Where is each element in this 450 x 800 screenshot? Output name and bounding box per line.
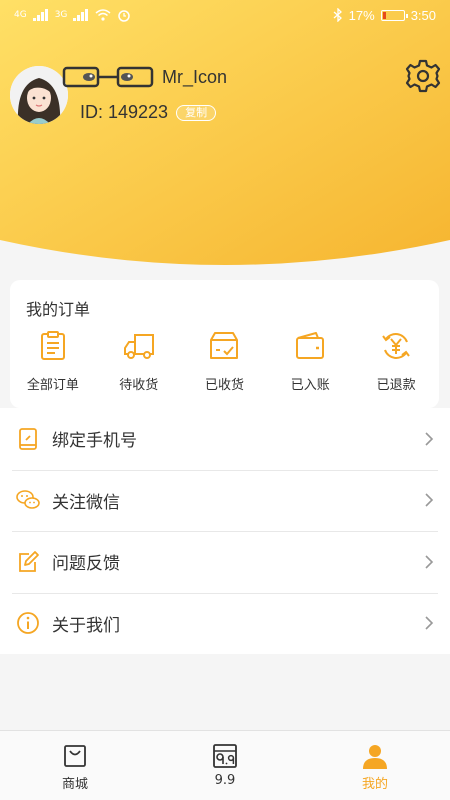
status-bar-left: 4G 3G [14,8,131,22]
chevron-right-icon [425,432,434,446]
order-refunded[interactable]: 已退款 [353,330,439,393]
menu-label-feedback: 问题反馈 [52,554,120,575]
header-background [0,0,450,265]
avatar[interactable] [10,66,68,124]
chevron-right-icon [425,616,434,630]
shopping-bag-icon [64,745,86,767]
menu-label-about-us: 关于我们 [52,615,120,636]
clock-time: 3:50 [410,7,436,23]
avatar-illustration [10,66,68,124]
username-row: Mr_Icon [62,66,227,88]
alarm-icon [118,10,131,22]
signal-icon [73,9,89,21]
user-id: ID: 149223 [80,102,169,122]
nav-label-mall: 商城 [61,777,88,792]
nav-label-mine: 我的 [361,777,388,792]
person-icon [363,745,387,769]
order-all[interactable]: 全部订单 [10,330,96,393]
gear-icon[interactable] [405,58,441,94]
orders-title: 我的订单 [26,300,91,319]
bottom-nav: 商城 9.9 我的 [0,730,450,800]
chevron-right-icon [425,493,434,507]
nine-nine-icon [213,744,237,768]
settings-menu: 绑定手机号 关注微信 问题反馈 关于我们 [0,408,450,654]
orders-card: 我的订单 全部订单 待收货 已收货 已入账 已退款 [10,280,439,408]
info-icon [17,612,39,635]
order-received-label: 已收货 [204,378,244,393]
phone-icon [19,427,37,450]
order-pending-receipt-label: 待收货 [119,378,159,393]
order-credited[interactable]: 已入账 [267,330,353,393]
copy-id-button[interactable]: 复制 [176,104,217,121]
order-pending-receipt[interactable]: 待收货 [96,330,182,393]
nav-item-mine[interactable]: 我的 [300,731,450,800]
username: Mr_Icon [162,66,228,87]
menu-item-feedback[interactable]: 问题反馈 [0,531,450,593]
menu-label-bind-phone: 绑定手机号 [52,431,137,452]
network-indicator-left: 4G [14,10,27,20]
menu-item-bind-phone[interactable]: 绑定手机号 [0,408,450,470]
nav-label-nine-nine: 9.9 [214,773,236,788]
battery-icon [380,9,408,21]
wechat-icon [16,490,40,510]
wifi-icon [95,9,111,21]
box-check-icon [210,332,239,359]
bluetooth-icon [333,8,342,22]
nav-item-mall[interactable]: 商城 [0,731,150,800]
user-id-row: ID: 149223 复制 [80,102,217,123]
menu-item-about-us[interactable]: 关于我们 [0,592,450,655]
orders-grid: 全部订单 待收货 已收货 已入账 已退款 [10,330,439,393]
nav-item-nine-nine[interactable]: 9.9 [150,731,300,800]
clipboard-icon [40,331,65,360]
menu-item-follow-wechat[interactable]: 关注微信 [0,469,450,532]
status-bar-right: 17% 3:50 [333,8,436,23]
wallet-icon [296,332,325,359]
truck-icon [123,334,154,359]
signal-icon [32,9,48,21]
chevron-right-icon [425,555,434,569]
yuan-refund-icon [382,333,410,359]
order-refunded-label: 已退款 [376,378,416,393]
network-indicator-right: 3G [54,10,68,20]
order-credited-label: 已入账 [290,378,330,393]
glasses-icon [62,66,154,88]
menu-label-follow-wechat: 关注微信 [52,492,120,513]
order-received[interactable]: 已收货 [182,330,268,393]
battery-percent: 17% [348,7,375,23]
edit-icon [19,550,39,572]
status-bar: 4G 3G 17% 3:50 [0,0,450,30]
order-all-label: 全部订单 [26,378,79,393]
